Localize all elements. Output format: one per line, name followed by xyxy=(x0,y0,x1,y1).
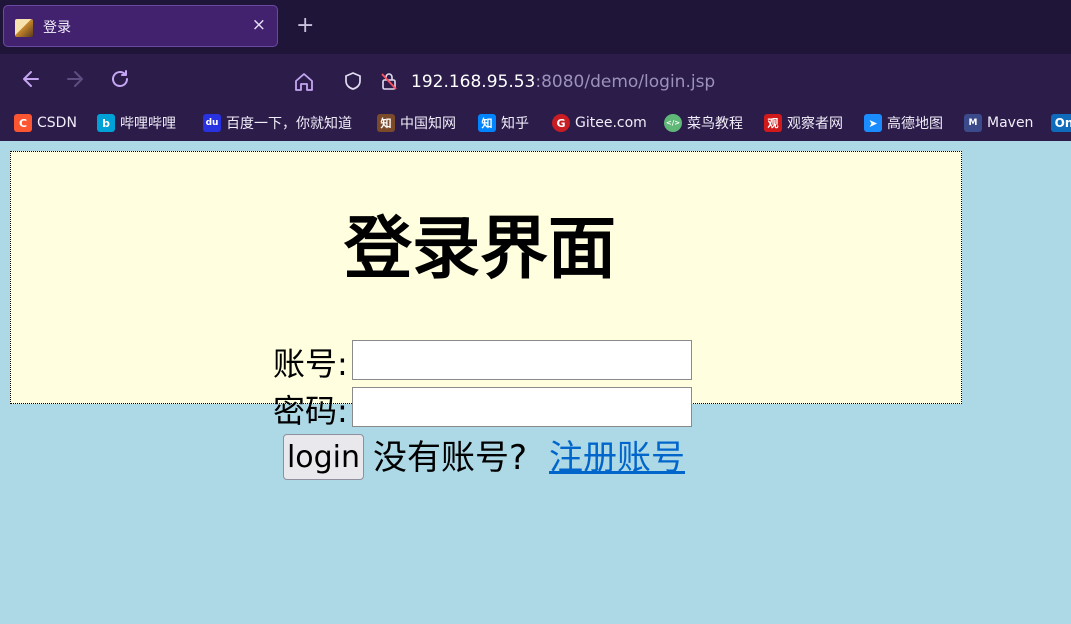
url-path: :8080/demo/login.jsp xyxy=(535,72,716,92)
bookmark-label: Gitee.com xyxy=(575,115,647,131)
amap-icon: ➤ xyxy=(864,114,882,132)
new-tab-button[interactable]: + xyxy=(296,14,314,38)
bookmark-gitee[interactable]: G Gitee.com xyxy=(552,112,647,134)
url-host: 192.168.95.53 xyxy=(411,72,536,92)
navigation-bar: 192.168.95.53:8080/demo/login.jsp xyxy=(0,54,1071,106)
bilibili-icon: b xyxy=(97,114,115,132)
account-input[interactable] xyxy=(352,340,692,380)
bookmark-label: 中国知网 xyxy=(400,116,456,132)
runoob-icon: </> xyxy=(664,114,682,132)
password-input[interactable] xyxy=(352,387,692,427)
password-label: 密码: xyxy=(273,392,348,430)
bookmark-zhihu[interactable]: 知知乎 xyxy=(478,112,529,134)
bookmark-maven[interactable]: M Maven xyxy=(964,112,1033,134)
bookmarks-bar: C CSDN b 哔哩哔哩 du 百度一下，你就知道 知中国知网 知知乎 G Gitee… xyxy=(0,106,1071,141)
bookmark-runoob[interactable]: </> 菜鸟教程 xyxy=(664,112,743,134)
register-link[interactable]: 注册账号 xyxy=(549,437,685,479)
reload-icon[interactable] xyxy=(109,68,131,95)
bookmark-label: 菜鸟教程 xyxy=(687,116,743,132)
bookmark-label: Maven xyxy=(987,115,1034,131)
gitee-icon: G xyxy=(552,114,570,132)
bookmark-guancha[interactable]: 观观察者网 xyxy=(764,112,843,134)
shield-icon[interactable] xyxy=(343,71,363,96)
bookmark-amap[interactable]: ➤ 高德地图 xyxy=(864,112,943,134)
account-label: 账号: xyxy=(273,345,348,383)
tab-title: 登录 xyxy=(43,20,71,36)
guancha-icon: 观 xyxy=(764,114,782,132)
cnki-icon: 知 xyxy=(377,114,395,132)
site-favicon-icon xyxy=(15,19,33,37)
url-text[interactable]: 192.168.95.53:8080/demo/login.jsp xyxy=(411,72,715,92)
bookmark-csdn[interactable]: C CSDN xyxy=(14,112,77,134)
bookmark-label: 观察者网 xyxy=(787,116,843,132)
baidu-paw-icon: du xyxy=(203,114,221,132)
bookmark-label: CSDN xyxy=(37,115,77,131)
close-tab-icon[interactable]: × xyxy=(252,15,266,35)
page-title: 登录界面 xyxy=(344,210,617,289)
bookmark-label: 哔哩哔哩 xyxy=(120,116,176,132)
bookmark-label: 百度一下，你就知道 xyxy=(226,116,352,132)
csdn-icon: C xyxy=(14,114,32,132)
tab-bar: 登录 × + xyxy=(0,0,1071,54)
forward-icon[interactable] xyxy=(64,68,86,95)
back-icon[interactable] xyxy=(20,68,42,95)
onenote-icon: On xyxy=(1051,114,1071,132)
bookmark-label: 知乎 xyxy=(501,116,529,132)
bookmark-onenote[interactable]: On xyxy=(1051,112,1071,134)
no-account-text: 没有账号? xyxy=(373,438,528,478)
maven-icon: M xyxy=(964,114,982,132)
active-tab[interactable]: 登录 × xyxy=(3,5,278,47)
bookmark-cnki[interactable]: 知中国知网 xyxy=(377,112,456,134)
bookmark-label: 高德地图 xyxy=(887,116,943,132)
login-button[interactable]: login xyxy=(283,434,364,480)
home-icon[interactable] xyxy=(293,71,315,98)
bookmark-bilibili[interactable]: b 哔哩哔哩 xyxy=(97,112,176,134)
address-bar[interactable]: 192.168.95.53:8080/demo/login.jsp xyxy=(283,59,1071,101)
insecure-lock-icon[interactable] xyxy=(379,71,399,96)
bookmark-baidu[interactable]: du 百度一下，你就知道 xyxy=(203,112,352,134)
zhihu-icon: 知 xyxy=(478,114,496,132)
